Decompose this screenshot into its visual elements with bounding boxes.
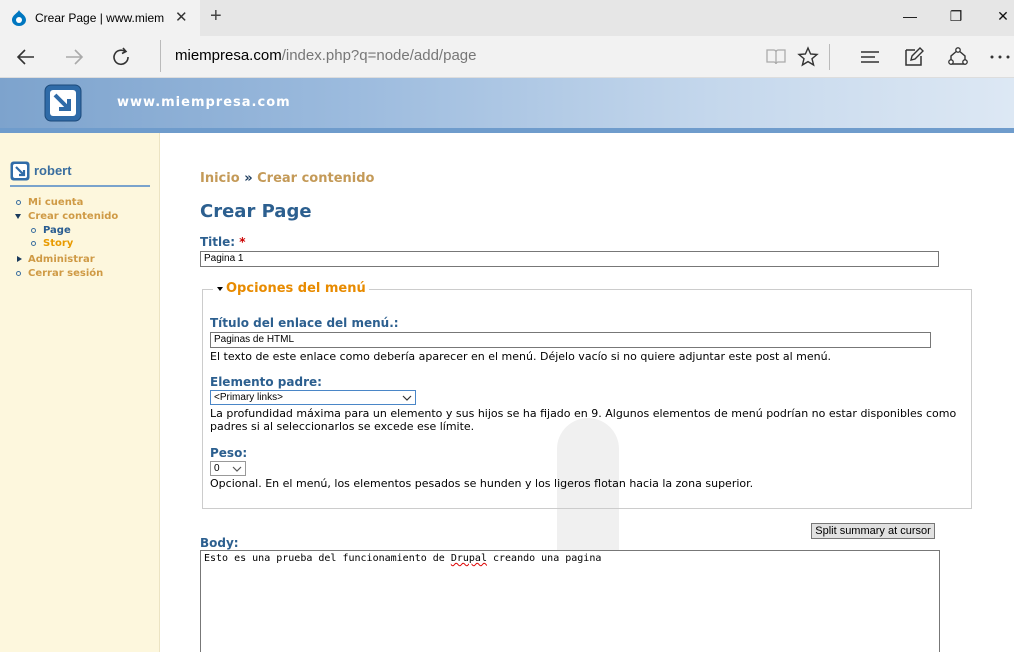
sidebar-item-label: Administrar <box>28 254 95 265</box>
refresh-icon[interactable] <box>110 45 134 69</box>
body-label: Body: <box>200 536 239 550</box>
split-summary-button[interactable]: Split summary at cursor <box>811 523 935 539</box>
minimize-icon[interactable]: — <box>900 8 920 24</box>
menu-options-legend[interactable]: Opciones del menú <box>213 281 369 296</box>
body-text-misspelled: Drupal <box>450 553 487 564</box>
sidebar-item-crear-contenido[interactable]: Crear contenido <box>15 211 119 222</box>
close-tab-icon[interactable]: ✕ <box>175 8 188 26</box>
address-bar: miempresa.com/index.php?q=node/add/page <box>0 36 1014 78</box>
sidebar-item-label: Page <box>43 225 71 236</box>
forward-icon[interactable] <box>62 45 86 69</box>
breadcrumb-crear-contenido-link[interactable]: Crear contenido <box>257 171 374 186</box>
close-window-icon[interactable]: ✕ <box>993 8 1013 25</box>
chevron-down-icon <box>232 466 242 472</box>
sidebar-item-cerrar-sesion[interactable]: Cerrar sesión <box>16 268 104 279</box>
page-title: Crear Page <box>200 201 312 222</box>
user-block-icon <box>10 161 30 181</box>
bullet-icon <box>16 271 21 276</box>
tab-title: Crear Page | www.miem <box>35 11 165 25</box>
parent-item-selected-value: <Primary links> <box>214 392 283 403</box>
browser-titlebar: Crear Page | www.miem ✕ + — ❐ ✕ <box>0 0 1014 36</box>
body-text-before: Esto es una prueba del funcionamiento de <box>204 553 451 564</box>
weight-description: Opcional. En el menú, los elementos pesa… <box>210 477 754 490</box>
site-name[interactable]: www.miempresa.com <box>117 95 291 110</box>
parent-item-description-line1: La profundidad máxima para un elemento y… <box>210 407 957 420</box>
url-path: /index.php?q=node/add/page <box>281 47 477 64</box>
bullet-icon <box>31 228 36 233</box>
parent-item-select[interactable]: <Primary links> <box>210 390 416 405</box>
expanded-arrow-icon <box>15 214 21 219</box>
menu-link-title-input[interactable]: Paginas de HTML <box>210 332 931 348</box>
sidebar-username: robert <box>34 163 72 178</box>
reading-view-icon[interactable] <box>764 45 788 69</box>
body-textarea[interactable]: Esto es una prueba del funcionamiento de… <box>200 550 940 652</box>
share-icon[interactable] <box>946 45 970 69</box>
arrow-logo-icon[interactable] <box>44 84 82 122</box>
back-icon[interactable] <box>14 45 38 69</box>
favorite-star-icon[interactable] <box>796 45 820 69</box>
restore-icon[interactable]: ❐ <box>946 8 966 25</box>
breadcrumb: Inicio » Crear contenido <box>200 171 374 186</box>
collapse-arrow-icon <box>217 286 223 291</box>
url-host: miempresa.com <box>175 47 282 64</box>
user-block: robert <box>10 161 150 187</box>
browser-tab[interactable]: Crear Page | www.miem ✕ <box>0 0 200 36</box>
breadcrumb-separator: » <box>244 171 253 186</box>
parent-item-description-line2: padres si al seleccionarlos se excede es… <box>210 420 475 433</box>
weight-selected-value: 0 <box>214 463 220 474</box>
sidebar-item-story[interactable]: Story <box>31 238 74 249</box>
required-marker: * <box>239 235 246 249</box>
menu-options-legend-text: Opciones del menú <box>226 281 366 296</box>
sidebar: robert Mi cuenta Crear contenido Page St… <box>0 133 160 652</box>
bullet-icon <box>16 200 21 205</box>
chevron-down-icon <box>402 395 412 401</box>
site-header: www.miempresa.com <box>0 78 1014 128</box>
body-text-after: creando una pagina <box>486 553 602 564</box>
sidebar-item-label: Crear contenido <box>28 211 119 222</box>
sidebar-item-label: Cerrar sesión <box>28 268 104 279</box>
menu-link-title-label: Título del enlace del menú.: <box>210 316 399 330</box>
parent-item-label: Elemento padre: <box>210 375 322 389</box>
title-label: Title: * <box>200 235 246 249</box>
sidebar-item-administrar[interactable]: Administrar <box>17 254 95 265</box>
bullet-icon <box>31 241 36 246</box>
sidebar-item-label: Story <box>43 238 74 249</box>
web-note-icon[interactable] <box>902 45 926 69</box>
title-input[interactable]: Pagina 1 <box>200 251 939 267</box>
more-icon[interactable] <box>988 45 1012 69</box>
sidebar-item-page[interactable]: Page <box>31 225 71 236</box>
url-field[interactable]: miempresa.com/index.php?q=node/add/page <box>160 40 476 72</box>
menu-link-title-description: El texto de este enlace como debería apa… <box>210 350 832 363</box>
weight-label: Peso: <box>210 446 248 460</box>
new-tab-icon[interactable]: + <box>210 5 222 28</box>
title-label-text: Title: <box>200 235 236 249</box>
weight-select[interactable]: 0 <box>210 461 246 476</box>
sidebar-item-label: Mi cuenta <box>28 197 84 208</box>
sidebar-item-mi-cuenta[interactable]: Mi cuenta <box>16 197 84 208</box>
toolbar-divider <box>829 44 830 70</box>
drupal-favicon-icon <box>12 10 26 26</box>
breadcrumb-home-link[interactable]: Inicio <box>200 171 240 186</box>
collapsed-arrow-icon <box>17 256 22 262</box>
hub-icon[interactable] <box>858 45 882 69</box>
main-content: Inicio » Crear contenido Crear Page Titl… <box>200 133 1014 652</box>
menu-options-fieldset: Opciones del menú Título del enlace del … <box>202 281 972 509</box>
